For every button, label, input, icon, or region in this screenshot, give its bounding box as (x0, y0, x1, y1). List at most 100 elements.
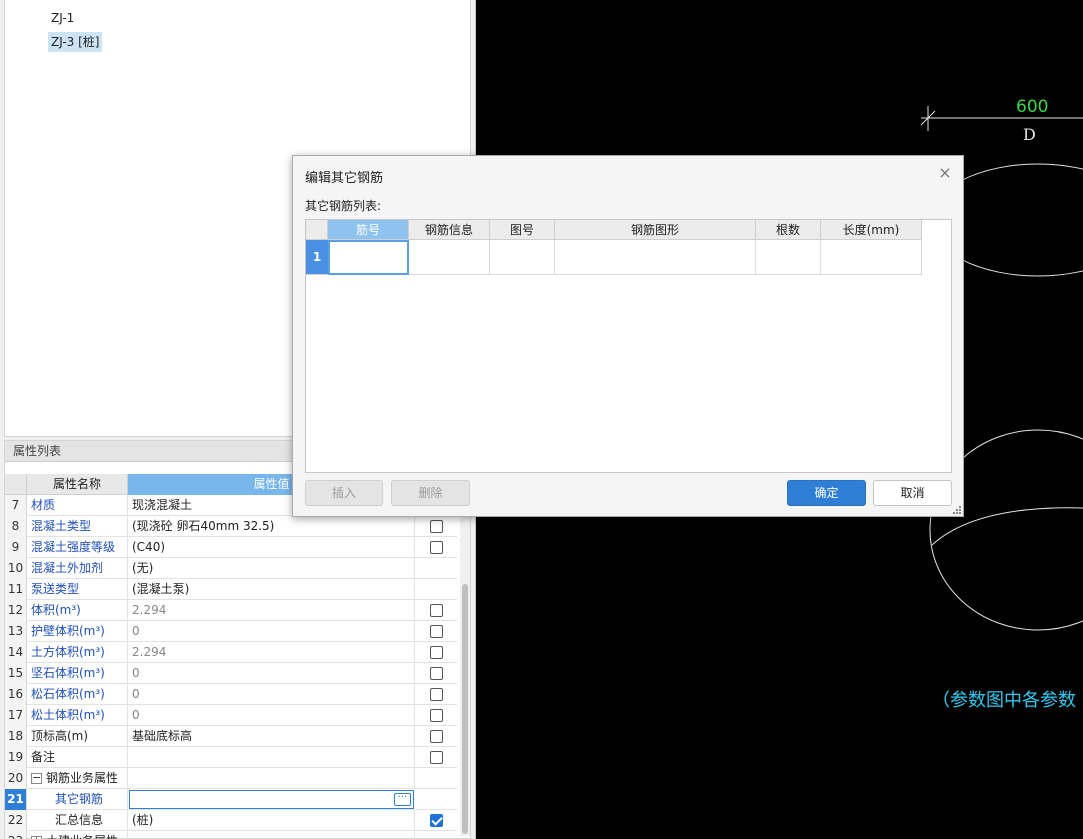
tree-item-zj3[interactable]: ZJ-3 [桩] (48, 32, 103, 52)
property-scrollbar[interactable] (460, 474, 470, 836)
property-value[interactable] (128, 747, 415, 768)
property-value[interactable]: 2.294 (128, 600, 415, 621)
property-value[interactable] (128, 831, 415, 839)
property-value[interactable]: (现浇砼 卵石40mm 32.5) (128, 516, 415, 537)
property-name: 混凝土类型 (27, 516, 128, 537)
ok-button[interactable]: 确定 (787, 480, 866, 506)
attach-checkbox[interactable] (430, 688, 443, 701)
property-name-text: 混凝土外加剂 (31, 561, 104, 575)
grid-corner (306, 220, 328, 240)
property-value[interactable]: (桩) (128, 810, 415, 831)
attach-cell (415, 747, 457, 768)
column-rebar-info[interactable]: 钢筋信息 (409, 220, 490, 240)
property-value[interactable] (128, 768, 415, 789)
attach-cell (415, 684, 457, 705)
attach-checkbox[interactable] (430, 625, 443, 638)
row-number: 23 (5, 831, 27, 839)
column-drawing-no[interactable]: 图号 (490, 220, 555, 240)
property-name: 汇总信息 (27, 810, 128, 831)
row-number: 21 (5, 789, 27, 810)
property-row[interactable]: 15 坚石体积(m³) 0 (5, 663, 457, 684)
grid-cell-count[interactable] (756, 240, 821, 275)
property-value[interactable]: 0 (128, 663, 415, 684)
grid-cell-rebar-shape[interactable] (555, 240, 756, 275)
property-row[interactable]: 11 泵送类型 (混凝土泵) (5, 579, 457, 600)
column-length[interactable]: 长度(mm) (821, 220, 922, 240)
delete-button[interactable]: 删除 (391, 480, 470, 506)
attach-cell (415, 663, 457, 684)
column-rebar-shape[interactable]: 钢筋图形 (555, 220, 756, 240)
attach-checkbox[interactable] (430, 604, 443, 617)
property-value[interactable]: 基础底标高 (128, 726, 415, 747)
property-row[interactable]: 10 混凝土外加剂 (无) (5, 558, 457, 579)
attach-cell (415, 621, 457, 642)
attach-cell (415, 642, 457, 663)
property-name: 混凝土外加剂 (27, 558, 128, 579)
property-name-text: 泵送类型 (31, 582, 80, 596)
group-label: 土建业务属性 (46, 834, 118, 839)
property-row[interactable]: 21 其它钢筋 ··· (5, 789, 457, 810)
grid-cell-length[interactable] (821, 240, 922, 275)
attach-cell (415, 705, 457, 726)
rebar-list-label: 其它钢筋列表: (305, 199, 382, 213)
attach-checkbox[interactable] (430, 520, 443, 533)
property-row[interactable]: 16 松石体积(m³) 0 (5, 684, 457, 705)
property-name: 备注 (27, 747, 128, 768)
row-number: 20 (5, 768, 27, 789)
attach-checkbox[interactable] (430, 541, 443, 554)
property-name-text: 混凝土强度等级 (31, 540, 116, 554)
attach-cell (415, 516, 457, 537)
property-row[interactable]: 22 汇总信息 (桩) (5, 810, 457, 831)
grid-cell-drawing-no[interactable] (490, 240, 555, 275)
property-row[interactable]: 13 护壁体积(m³) 0 (5, 621, 457, 642)
property-row[interactable]: 8 混凝土类型 (现浇砼 卵石40mm 32.5) (5, 516, 457, 537)
grid-row-number[interactable]: 1 (306, 240, 328, 275)
grid-cell-bar-no[interactable] (328, 240, 409, 275)
property-row[interactable]: 23+土建业务属性 (5, 831, 457, 839)
close-icon[interactable]: × (937, 165, 953, 181)
property-value[interactable]: 0 (128, 705, 415, 726)
row-number: 9 (5, 537, 27, 558)
property-value[interactable]: (C40) (128, 537, 415, 558)
property-value[interactable]: 2.294 (128, 642, 415, 663)
property-name-text: 备注 (31, 750, 56, 764)
property-value[interactable]: (混凝土泵) (128, 579, 415, 600)
cancel-button[interactable]: 取消 (873, 480, 952, 506)
property-name: 土方体积(m³) (27, 642, 128, 663)
attach-cell (415, 600, 457, 621)
resize-grip-icon[interactable] (953, 506, 961, 514)
property-value[interactable]: (无) (128, 558, 415, 579)
attach-checkbox[interactable] (430, 667, 443, 680)
property-row[interactable]: 20− 钢筋业务属性 (5, 768, 457, 789)
property-row[interactable]: 19 备注 (5, 747, 457, 768)
tree-item-zj1[interactable]: ZJ-1 (48, 8, 77, 28)
property-name-text: 混凝土类型 (31, 519, 92, 533)
attach-checkbox[interactable] (430, 751, 443, 764)
attach-checkbox[interactable] (430, 646, 443, 659)
attach-cell (415, 768, 457, 789)
column-bar-no[interactable]: 筋号 (328, 220, 409, 240)
grid-cell-rebar-info[interactable] (409, 240, 490, 275)
attach-checkbox[interactable] (430, 730, 443, 743)
property-value[interactable]: 0 (128, 621, 415, 642)
property-value[interactable]: 0 (128, 684, 415, 705)
column-count[interactable]: 根数 (756, 220, 821, 240)
row-number: 8 (5, 516, 27, 537)
header-corner (5, 474, 27, 495)
collapse-icon[interactable]: − (31, 772, 42, 784)
attach-checkbox[interactable] (430, 814, 443, 827)
property-name: +土建业务属性 (27, 831, 128, 839)
property-name-text: 汇总信息 (55, 813, 104, 827)
attach-checkbox[interactable] (430, 709, 443, 722)
property-row[interactable]: 17 松土体积(m³) 0 (5, 705, 457, 726)
property-row[interactable]: 12 体积(m³) 2.294 (5, 600, 457, 621)
property-row[interactable]: 18 顶标高(m) 基础底标高 (5, 726, 457, 747)
insert-button[interactable]: 插入 (305, 480, 383, 506)
ellipsis-icon[interactable]: ··· (394, 793, 411, 806)
property-row[interactable]: 14 土方体积(m³) 2.294 (5, 642, 457, 663)
scrollbar-thumb[interactable] (462, 584, 468, 834)
other-rebar-value-editor[interactable]: ··· (129, 790, 414, 809)
attach-cell (415, 558, 457, 579)
property-row[interactable]: 9 混凝土强度等级 (C40) (5, 537, 457, 558)
row-number: 19 (5, 747, 27, 768)
